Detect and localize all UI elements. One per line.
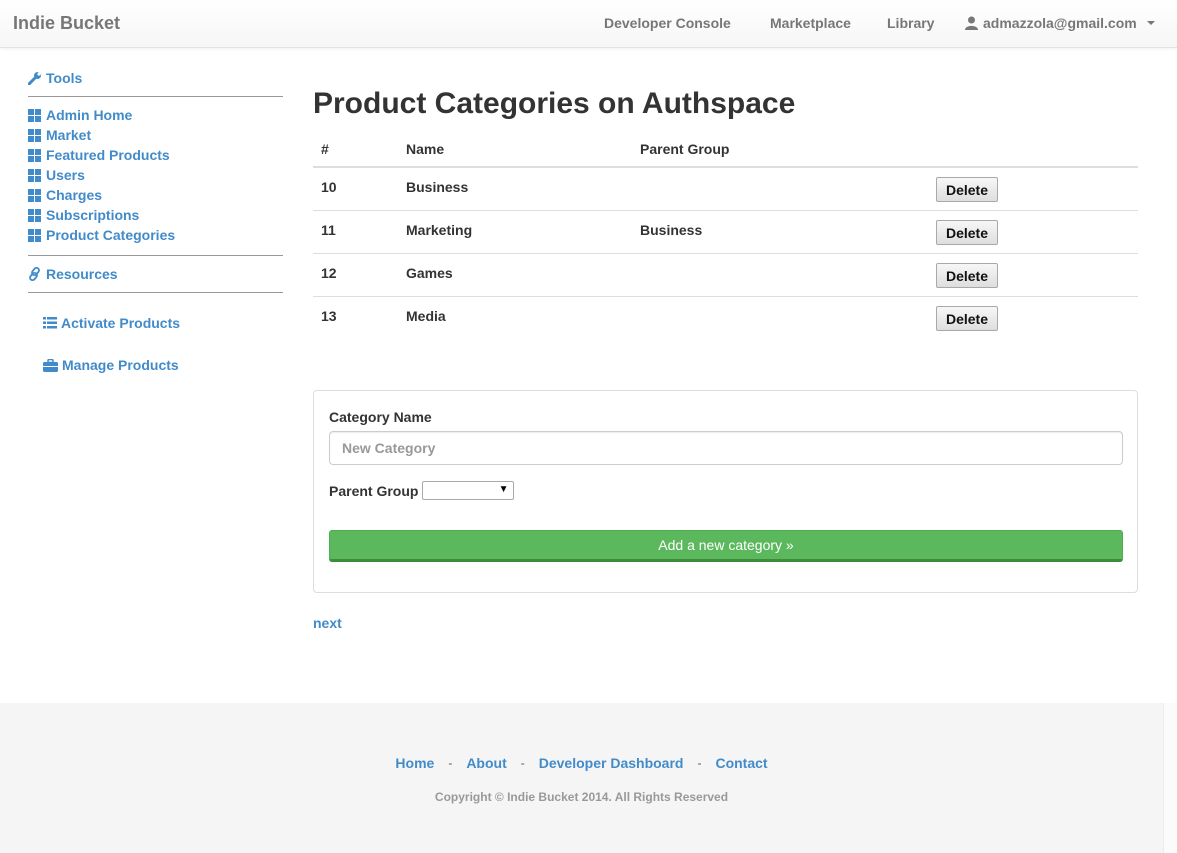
user-menu-dropdown[interactable]: admazzola@gmail.com [965, 15, 1155, 31]
sidebar-item-label: Admin Home [46, 107, 133, 123]
sidebar-tools-label: Tools [46, 70, 83, 86]
category-name: Marketing [406, 222, 473, 238]
nav-developer-console[interactable]: Developer Console [604, 15, 731, 31]
sidebar-resources-heading[interactable]: Resources [28, 264, 283, 284]
sidebar-resources-label: Resources [46, 266, 118, 282]
category-name: Media [406, 308, 446, 324]
footer-links: Home - About - Developer Dashboard - Con… [0, 755, 1163, 771]
footer-separator: - [520, 756, 525, 770]
parent-group-select[interactable]: ▼ [422, 481, 515, 500]
dropdown-arrow-icon: ▼ [498, 484, 509, 495]
nav-library[interactable]: Library [887, 15, 934, 31]
grid-icon [28, 188, 42, 202]
admin-sidebar: Tools Admin Home Market Featured Product… [28, 68, 283, 375]
sidebar-item-label: Users [46, 167, 85, 183]
sidebar-item-users[interactable]: Users [28, 165, 283, 185]
add-category-button[interactable]: Add a new category » [329, 530, 1123, 562]
user-email: admazzola@gmail.com [983, 15, 1137, 31]
grid-icon [28, 208, 42, 222]
sidebar-item-label: Product Categories [46, 227, 176, 243]
top-navbar: Indie Bucket Developer Console Marketpla… [0, 0, 1177, 48]
category-name-input[interactable] [329, 431, 1123, 465]
sidebar-item-market[interactable]: Market [28, 125, 283, 145]
sidebar-link-activate-products[interactable]: Activate Products [43, 313, 283, 333]
footer-link-about[interactable]: About [466, 755, 506, 771]
wrench-icon [28, 72, 41, 85]
grid-icon [28, 168, 42, 182]
footer-separator: - [448, 756, 453, 770]
category-name: Business [406, 179, 469, 195]
column-header-number: # [321, 141, 329, 157]
parent-group-label: Parent Group [329, 482, 419, 499]
grid-icon [28, 148, 42, 162]
sidebar-link-manage-products[interactable]: Manage Products [43, 355, 283, 375]
caret-down-icon [1146, 21, 1155, 25]
sidebar-item-charges[interactable]: Charges [28, 185, 283, 205]
grid-icon [28, 128, 42, 142]
table-row: 12 Games Delete [313, 254, 1138, 297]
page-footer: Home - About - Developer Dashboard - Con… [0, 703, 1177, 853]
category-id: 13 [321, 308, 337, 324]
table-row: 10 Business Delete [313, 168, 1138, 211]
copyright-text: Copyright © Indie Bucket 2014. All Right… [434, 790, 729, 804]
category-id: 12 [321, 265, 337, 281]
sidebar-divider [28, 292, 283, 293]
brand-logo[interactable]: Indie Bucket [13, 13, 120, 34]
delete-button[interactable]: Delete [936, 177, 998, 202]
sidebar-link-label: Manage Products [62, 357, 179, 373]
list-icon [43, 317, 57, 329]
page-title: Product Categories on Authspace [313, 87, 796, 120]
footer-separator: - [697, 756, 702, 770]
sidebar-item-admin-home[interactable]: Admin Home [28, 105, 283, 125]
link-icon [29, 267, 40, 281]
sidebar-item-product-categories[interactable]: Product Categories [28, 225, 283, 245]
category-name: Games [406, 265, 453, 281]
column-header-name: Name [406, 141, 445, 157]
sidebar-item-label: Subscriptions [46, 207, 140, 223]
delete-button[interactable]: Delete [936, 220, 998, 245]
category-parent: Business [640, 222, 703, 238]
category-id: 10 [321, 179, 337, 195]
user-icon [965, 16, 978, 30]
sidebar-link-label: Activate Products [61, 315, 181, 331]
nav-marketplace[interactable]: Marketplace [770, 15, 851, 31]
parent-group-row: Parent Group ▼ [329, 481, 515, 500]
grid-icon [28, 228, 42, 242]
footer-link-developer-dashboard[interactable]: Developer Dashboard [539, 755, 684, 771]
sidebar-item-label: Charges [46, 187, 103, 203]
sidebar-item-label: Featured Products [46, 147, 170, 163]
column-header-parent-group: Parent Group [640, 141, 730, 157]
delete-button[interactable]: Delete [936, 306, 998, 331]
footer-link-home[interactable]: Home [395, 755, 434, 771]
table-row: 13 Media Delete [313, 297, 1138, 340]
category-id: 11 [321, 222, 336, 238]
sidebar-item-subscriptions[interactable]: Subscriptions [28, 205, 283, 225]
next-page-link[interactable]: next [313, 615, 342, 631]
briefcase-icon [43, 358, 58, 372]
sidebar-item-featured-products[interactable]: Featured Products [28, 145, 283, 165]
category-name-label: Category Name [329, 409, 432, 425]
categories-table: # Name Parent Group 10 Business Delete 1… [313, 138, 1138, 340]
sidebar-item-label: Market [46, 127, 92, 143]
delete-button[interactable]: Delete [936, 263, 998, 288]
scrollbar-track[interactable] [1163, 703, 1177, 853]
sidebar-tools-heading[interactable]: Tools [28, 68, 283, 88]
table-header: # Name Parent Group [313, 138, 1138, 168]
table-row: 11 Marketing Business Delete [313, 211, 1138, 254]
footer-link-contact[interactable]: Contact [715, 755, 767, 771]
grid-icon [28, 108, 42, 122]
add-category-panel: Category Name Parent Group ▼ Add a new c… [313, 390, 1138, 593]
